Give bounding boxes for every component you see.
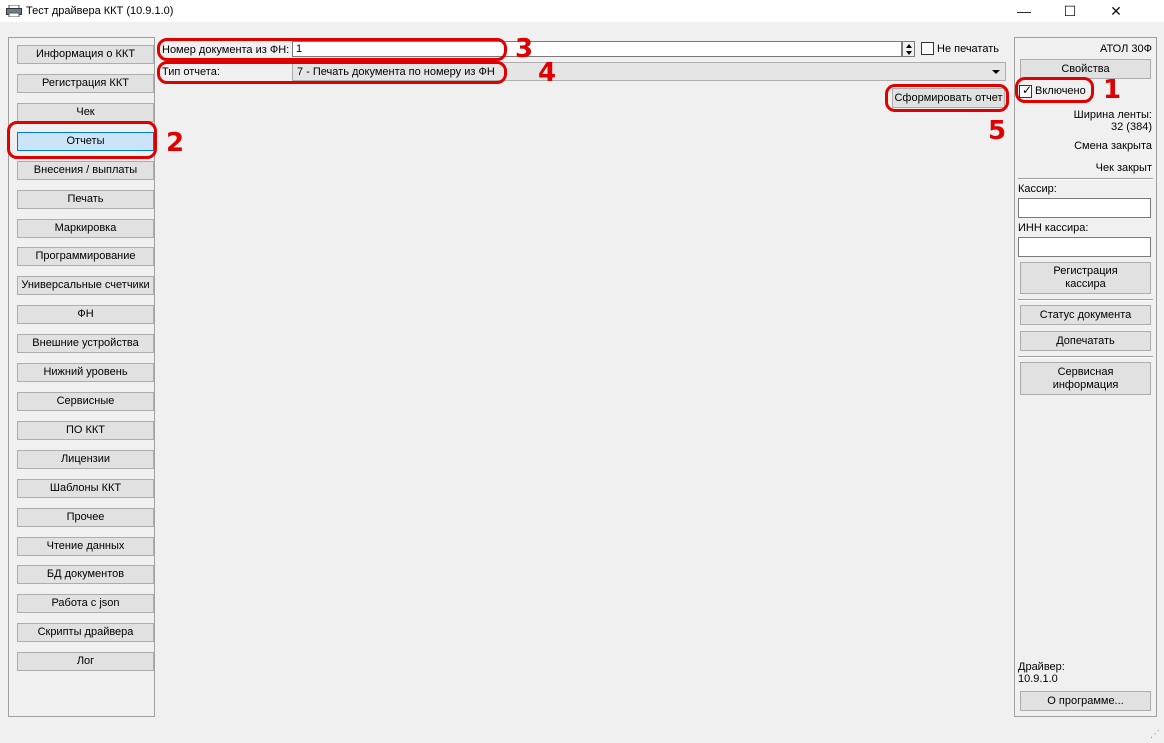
nav-button-external-devices[interactable]: Внешние устройства <box>17 334 154 353</box>
enabled-checkbox[interactable]: ✓ <box>1019 83 1033 98</box>
check-icon: ✓ <box>1022 83 1033 97</box>
divider <box>1018 299 1153 301</box>
shift-status: Смена закрыта <box>1074 140 1152 152</box>
close-icon: ✕ <box>1110 2 1122 19</box>
divider <box>1018 178 1153 180</box>
nav-button-print[interactable]: Печать <box>17 190 154 209</box>
enabled-label: Включено <box>1035 85 1086 97</box>
annotation-number-2: 2 <box>166 128 185 158</box>
doc-number-input[interactable] <box>292 41 902 57</box>
annotation-number-4: 4 <box>538 58 557 88</box>
service-info-label-line1: Сервисная <box>1057 365 1114 378</box>
cashier-label: Кассир: <box>1018 183 1057 195</box>
divider <box>1018 356 1153 358</box>
properties-button[interactable]: Свойства <box>1020 59 1151 79</box>
resize-grip-icon[interactable]: ⋰ <box>1150 730 1160 740</box>
chevron-down-icon <box>992 70 1000 74</box>
annotation-number-1: 1 <box>1103 75 1122 105</box>
document-status-label: Статус документа <box>1039 308 1132 321</box>
nav-button-log[interactable]: Лог <box>17 652 154 671</box>
nav-button-kkt-software[interactable]: ПО ККТ <box>17 421 154 440</box>
close-button[interactable]: ✕ <box>1093 0 1139 22</box>
report-type-label: Тип отчета: <box>162 66 220 78</box>
maximize-button[interactable]: ☐ <box>1047 0 1093 22</box>
minimize-icon: — <box>1017 3 1031 19</box>
about-label: О программе... <box>1047 694 1124 707</box>
nav-button-documents-db[interactable]: БД документов <box>17 565 154 584</box>
register-cashier-label-line1: Регистрация <box>1053 265 1118 277</box>
register-cashier-button[interactable]: Регистрация кассира <box>1020 262 1151 294</box>
nav-button-fn[interactable]: ФН <box>17 305 154 324</box>
doc-number-label: Номер документа из ФН: <box>162 44 290 56</box>
nav-button-kkt-info[interactable]: Информация о ККТ <box>17 45 154 64</box>
nav-button-kkt-templates[interactable]: Шаблоны ККТ <box>17 479 154 498</box>
report-type-select[interactable]: 7 - Печать документа по номеру из ФН <box>292 62 1006 81</box>
nav-button-licenses[interactable]: Лицензии <box>17 450 154 469</box>
minimize-button[interactable]: — <box>1001 0 1047 22</box>
tape-width-value: 32 (384) <box>1111 121 1152 133</box>
nav-button-json[interactable]: Работа с json <box>17 594 154 613</box>
reprint-label: Допечатать <box>1056 334 1115 347</box>
title-bar: Тест драйвера ККТ (10.9.1.0) — ☐ ✕ <box>0 0 1164 22</box>
report-type-value: 7 - Печать документа по номеру из ФН <box>297 66 495 78</box>
document-status-button[interactable]: Статус документа <box>1020 305 1151 325</box>
no-print-label: Не печатать <box>937 43 999 55</box>
driver-version: 10.9.1.0 <box>1018 673 1058 685</box>
cashier-inn-label: ИНН кассира: <box>1018 222 1089 234</box>
cashier-input[interactable] <box>1018 198 1151 218</box>
nav-button-cash-in-out[interactable]: Внесения / выплаты <box>17 161 154 180</box>
service-info-button[interactable]: Сервисная информация <box>1020 362 1151 395</box>
nav-button-read-data[interactable]: Чтение данных <box>17 537 154 556</box>
about-button[interactable]: О программе... <box>1020 691 1151 711</box>
spin-down-icon[interactable] <box>906 51 912 55</box>
nav-button-other[interactable]: Прочее <box>17 508 154 527</box>
device-name: АТОЛ 30Ф <box>1099 43 1152 55</box>
nav-button-driver-scripts[interactable]: Скрипты драйвера <box>17 623 154 642</box>
nav-button-service[interactable]: Сервисные <box>17 392 154 411</box>
properties-button-label: Свойства <box>1061 62 1110 75</box>
nav-button-low-level[interactable]: Нижний уровень <box>17 363 154 382</box>
nav-button-kkt-registration[interactable]: Регистрация ККТ <box>17 74 154 93</box>
receipt-status: Чек закрыт <box>1095 162 1152 174</box>
nav-button-receipt[interactable]: Чек <box>17 103 154 122</box>
generate-report-button[interactable]: Сформировать отчет <box>892 88 1005 108</box>
doc-number-spinner[interactable] <box>902 41 915 57</box>
device-panel: АТОЛ 30Ф Свойства ✓ Включено Ширина лент… <box>1014 37 1157 717</box>
cashier-inn-input[interactable] <box>1018 237 1151 257</box>
printer-app-icon <box>6 4 22 18</box>
reprint-button[interactable]: Допечатать <box>1020 331 1151 351</box>
nav-panel: Информация о ККТ Регистрация ККТ Чек Отч… <box>8 37 155 717</box>
nav-button-programming[interactable]: Программирование <box>17 247 154 266</box>
register-cashier-label-line2: кассира <box>1065 278 1106 290</box>
no-print-checkbox[interactable] <box>921 42 934 55</box>
annotation-number-3: 3 <box>515 34 534 64</box>
nav-button-universal-counters[interactable]: Универсальные счетчики <box>17 276 154 295</box>
nav-button-marking[interactable]: Маркировка <box>17 219 154 238</box>
nav-button-reports[interactable]: Отчеты <box>17 132 154 151</box>
window-title: Тест драйвера ККТ (10.9.1.0) <box>26 5 174 17</box>
service-info-label-line2: информация <box>1052 378 1119 391</box>
spin-up-icon[interactable] <box>906 44 912 48</box>
annotation-number-5: 5 <box>988 116 1007 146</box>
maximize-icon: ☐ <box>1063 2 1077 19</box>
